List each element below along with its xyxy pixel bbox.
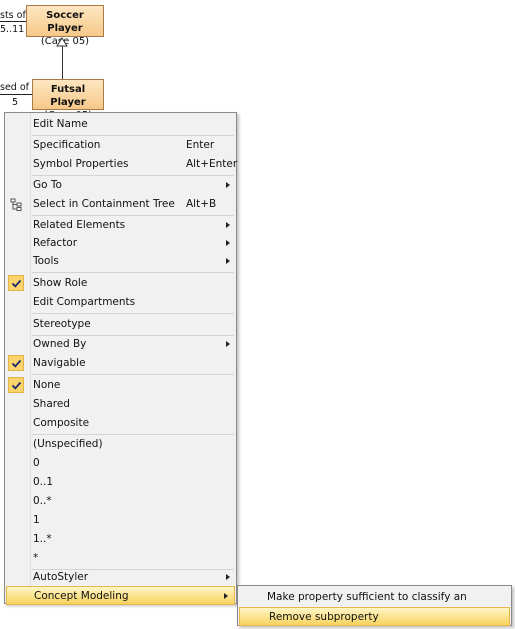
menu-item-multiplicity-0-1[interactable]: 0..1 bbox=[5, 473, 236, 492]
menu-item-none[interactable]: None bbox=[5, 376, 236, 395]
menu-item-multiplicity-0-many[interactable]: 0..* bbox=[5, 492, 236, 511]
menu-item-composite[interactable]: Composite bbox=[5, 414, 236, 433]
menu-item-multiplicity-0[interactable]: 0 bbox=[5, 454, 236, 473]
menu-item-label: (Unspecified) bbox=[33, 438, 103, 450]
menu-item-multiplicity-many[interactable]: * bbox=[5, 549, 236, 568]
submenu-arrow-icon bbox=[226, 258, 230, 264]
class-name-futsal-player: Futsal Player bbox=[50, 84, 86, 108]
menu-item-select-in-containment-tree[interactable]: Select in Containment Tree Alt+B bbox=[5, 195, 236, 214]
menu-item-refactor[interactable]: Refactor bbox=[5, 234, 236, 253]
menu-item-shortcut: Enter bbox=[186, 139, 215, 151]
menu-item-label: Tools bbox=[33, 255, 59, 267]
menu-item-concept-modeling[interactable]: Concept Modeling bbox=[6, 586, 235, 605]
submenu-arrow-icon bbox=[226, 182, 230, 188]
menu-item-label: Owned By bbox=[33, 338, 87, 350]
containment-tree-icon bbox=[10, 198, 22, 211]
checkmark-icon bbox=[8, 355, 24, 371]
menu-item-label: Refactor bbox=[33, 237, 78, 249]
submenu-arrow-icon bbox=[226, 240, 230, 246]
association-role-label-1: sts of bbox=[0, 10, 26, 21]
menu-item-label: 0 bbox=[33, 457, 40, 469]
menu-item-label: 1..* bbox=[33, 533, 52, 545]
class-node-futsal-player[interactable]: Futsal Player (Case 05) bbox=[32, 79, 104, 121]
menu-item-multiplicity-1-many[interactable]: 1..* bbox=[5, 530, 236, 549]
menu-item-owned-by[interactable]: Owned By bbox=[5, 335, 236, 354]
menu-item-label: 1 bbox=[33, 514, 40, 526]
association-role-label-2: sed of bbox=[0, 82, 30, 93]
submenu-item-remove-subproperty[interactable]: Remove subproperty bbox=[239, 607, 510, 626]
menu-item-specification[interactable]: Specification Enter bbox=[5, 136, 236, 155]
menu-item-label: Navigable bbox=[33, 357, 86, 369]
menu-item-label: Select in Containment Tree bbox=[33, 198, 175, 210]
checkmark-icon bbox=[8, 275, 24, 291]
menu-item-label: Edit Name bbox=[33, 118, 88, 130]
menu-item-stereotype[interactable]: Stereotype bbox=[5, 315, 236, 334]
menu-item-shared[interactable]: Shared bbox=[5, 395, 236, 414]
association-line-2[interactable] bbox=[0, 94, 32, 95]
menu-item-label: * bbox=[33, 552, 39, 564]
menu-item-shortcut: Alt+B bbox=[186, 198, 217, 210]
checkmark-icon bbox=[8, 377, 24, 393]
submenu-arrow-icon bbox=[226, 574, 230, 580]
menu-item-shortcut: Alt+Enter bbox=[186, 158, 238, 170]
association-multiplicity-label-2: 5 bbox=[12, 97, 19, 108]
menu-item-autostyler[interactable]: AutoStyler bbox=[5, 568, 236, 587]
menu-item-label: Show Role bbox=[33, 277, 88, 289]
menu-item-label: Edit Compartments bbox=[33, 296, 136, 308]
menu-item-label: Remove subproperty bbox=[269, 611, 379, 623]
menu-item-symbol-properties[interactable]: Symbol Properties Alt+Enter bbox=[5, 155, 238, 174]
menu-item-label: Symbol Properties bbox=[33, 158, 129, 170]
menu-item-label: Shared bbox=[33, 398, 70, 410]
submenu-arrow-icon bbox=[224, 593, 228, 599]
menu-item-label: 0..* bbox=[33, 495, 52, 507]
menu-item-multiplicity-1[interactable]: 1 bbox=[5, 511, 236, 530]
context-menu: Edit Name Specification Enter Symbol Pro… bbox=[4, 112, 238, 605]
menu-separator bbox=[32, 313, 234, 314]
menu-item-label: Stereotype bbox=[33, 318, 91, 330]
menu-item-related-elements[interactable]: Related Elements bbox=[5, 216, 236, 235]
association-multiplicity-label-1: 5..11 bbox=[0, 24, 25, 35]
generalization-line[interactable] bbox=[62, 46, 63, 80]
menu-item-label: Related Elements bbox=[33, 219, 126, 231]
menu-item-show-role[interactable]: Show Role bbox=[5, 274, 236, 293]
class-node-soccer-player[interactable]: Soccer Player (Case 05) bbox=[26, 5, 104, 47]
menu-item-go-to[interactable]: Go To bbox=[5, 176, 236, 195]
menu-item-label: Go To bbox=[33, 179, 62, 191]
association-line-1[interactable] bbox=[0, 21, 26, 22]
menu-item-label: Specification bbox=[33, 139, 101, 151]
menu-separator bbox=[32, 272, 234, 273]
menu-item-label: Composite bbox=[33, 417, 90, 429]
menu-item-edit-name[interactable]: Edit Name bbox=[5, 115, 236, 134]
menu-item-label: AutoStyler bbox=[33, 571, 89, 583]
concept-modeling-submenu: Make property sufficient to classify an … bbox=[237, 585, 512, 626]
submenu-arrow-icon bbox=[226, 341, 230, 347]
menu-item-label: 0..1 bbox=[33, 476, 54, 488]
menu-item-tools[interactable]: Tools bbox=[5, 252, 236, 271]
menu-item-label: Concept Modeling bbox=[34, 590, 129, 602]
menu-item-edit-compartments[interactable]: Edit Compartments bbox=[5, 293, 236, 312]
menu-item-label: None bbox=[33, 379, 61, 391]
menu-separator bbox=[32, 374, 234, 375]
submenu-arrow-icon bbox=[226, 222, 230, 228]
submenu-item-make-property-sufficient[interactable]: Make property sufficient to classify an … bbox=[238, 588, 511, 622]
menu-item-navigable[interactable]: Navigable bbox=[5, 354, 236, 373]
class-name-soccer-player: Soccer Player bbox=[46, 10, 84, 34]
menu-item-unspecified[interactable]: (Unspecified) bbox=[5, 435, 236, 454]
